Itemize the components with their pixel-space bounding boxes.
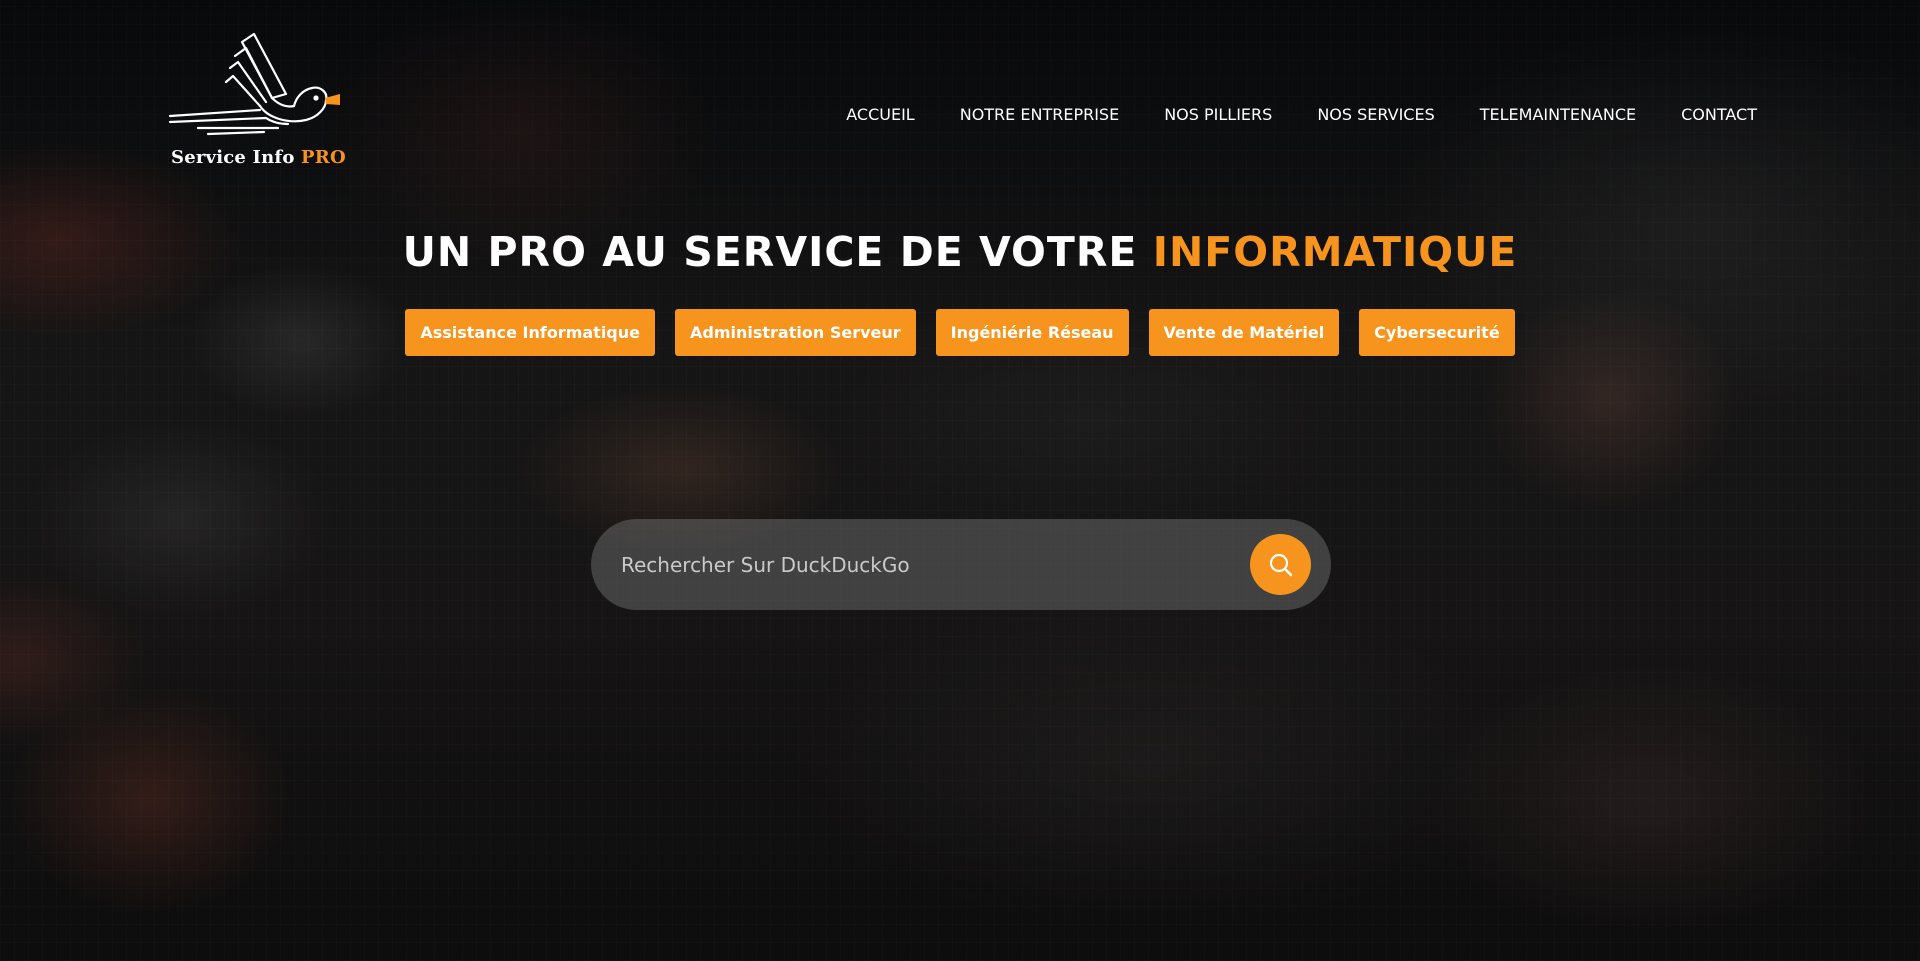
logo-text-main: Service Info [171, 147, 295, 168]
nav-item-contact[interactable]: CONTACT [1681, 105, 1757, 124]
nav-item-accueil[interactable]: ACCUEIL [846, 105, 914, 124]
nav-item-notre-entreprise[interactable]: NOTRE ENTREPRISE [960, 105, 1119, 124]
logo[interactable]: Service Info PRO [168, 32, 360, 172]
search-input[interactable] [621, 519, 1221, 610]
nav-item-nos-services[interactable]: NOS SERVICES [1317, 105, 1434, 124]
hero-title-main: UN PRO AU SERVICE DE VOTRE [402, 228, 1138, 276]
service-button-assistance-informatique[interactable]: Assistance Informatique [405, 309, 655, 356]
logo-text: Service Info PRO [171, 147, 346, 168]
search-bar [591, 519, 1331, 610]
service-buttons: Assistance Informatique Administration S… [0, 309, 1920, 356]
search-button[interactable] [1250, 534, 1311, 595]
hero-title-accent: INFORMATIQUE [1152, 228, 1518, 276]
service-button-administration-serveur[interactable]: Administration Serveur [675, 309, 916, 356]
service-button-cybersecurite[interactable]: Cybersecurité [1359, 309, 1515, 356]
service-button-vente-de-materiel[interactable]: Vente de Matériel [1148, 309, 1340, 356]
main-nav: ACCUEIL NOTRE ENTREPRISE NOS PILLIERS NO… [846, 105, 1757, 124]
search-icon [1269, 553, 1292, 576]
logo-text-accent: PRO [301, 147, 346, 168]
page: Service Info PRO ACCUEIL NOTRE ENTREPRIS… [0, 0, 1920, 961]
nav-item-nos-pilliers[interactable]: NOS PILLIERS [1164, 105, 1272, 124]
service-button-ingenierie-reseau[interactable]: Ingéniérie Réseau [935, 309, 1129, 356]
bird-logo-icon [168, 32, 340, 136]
nav-item-telemaintenance[interactable]: TELEMAINTENANCE [1480, 105, 1636, 124]
hero-title: UN PRO AU SERVICE DE VOTRE INFORMATIQUE [0, 228, 1920, 276]
